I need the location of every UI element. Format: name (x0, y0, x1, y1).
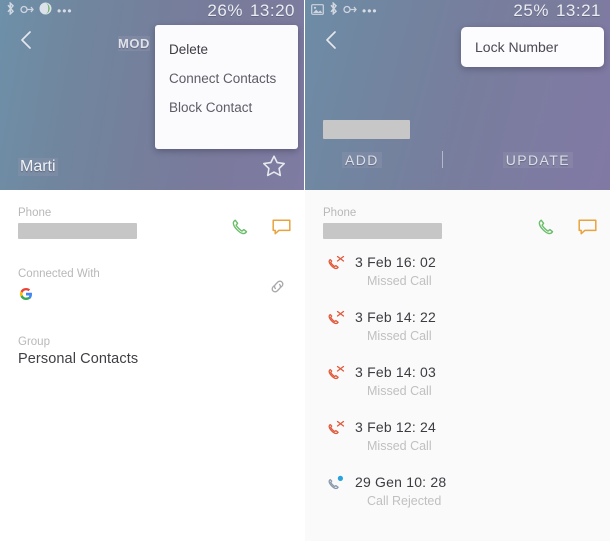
missed-call-icon (327, 310, 349, 331)
right-detail-list: Phone 3 Feb 16: 02 Missed Call 3 Feb 14:… (305, 190, 610, 541)
call-log-text: 29 Gen 10: 28 Call Rejected (355, 473, 446, 510)
menu-item-connect-contacts[interactable]: Connect Contacts (155, 64, 298, 93)
call-icon[interactable] (230, 217, 250, 242)
lock-number-popup[interactable]: Lock Number (461, 27, 604, 67)
more-dots-icon: ••• (362, 4, 378, 18)
call-time: 3 Feb 16: 02 (355, 254, 437, 270)
call-time: 3 Feb 14: 22 (355, 309, 437, 325)
battery-percent: 25% (513, 1, 549, 20)
phone-number-redacted (323, 223, 442, 239)
call-log-row[interactable]: 3 Feb 12: 24 Missed Call (305, 410, 610, 465)
sync-icon (343, 2, 357, 20)
call-log-row[interactable]: 3 Feb 14: 22 Missed Call (305, 300, 610, 355)
update-button[interactable]: UPDATE (502, 151, 573, 168)
add-button[interactable]: ADD (342, 151, 382, 168)
favorite-button[interactable] (261, 153, 287, 179)
back-button[interactable] (317, 26, 345, 54)
bluetooth-icon (6, 1, 15, 20)
back-button[interactable] (12, 26, 40, 54)
context-menu[interactable]: Delete Connect Contacts Block Contact (155, 25, 298, 149)
sync-icon (20, 2, 34, 20)
right-status-bar: ••• 25% 13:21 (305, 0, 610, 22)
left-screen: ••• 26% 13:20 MOD Delete Connect Contacts… (0, 0, 305, 541)
call-status: Missed Call (367, 329, 432, 343)
call-time: 3 Feb 14: 03 (355, 364, 437, 380)
right-status-right: 25% 13:21 (510, 1, 604, 21)
lock-number-label: Lock Number (475, 39, 559, 55)
detail-row-group[interactable]: Group Personal Contacts (0, 329, 304, 369)
phone-row-actions (230, 217, 292, 242)
phone-row-actions (536, 217, 598, 242)
image-icon (311, 2, 324, 20)
detail-row-phone[interactable]: Phone (0, 200, 304, 241)
call-log-row[interactable]: 29 Gen 10: 28 Call Rejected (305, 465, 610, 520)
menu-item-block-contact[interactable]: Block Contact (155, 93, 298, 122)
call-log-row[interactable]: 3 Feb 16: 02 Missed Call (305, 245, 610, 300)
clock: 13:20 (249, 1, 295, 20)
call-log-row[interactable]: 3 Feb 14: 03 Missed Call (305, 355, 610, 410)
clock: 13:21 (555, 1, 601, 20)
header-action-buttons: ADD UPDATE (305, 151, 610, 168)
detail-label-connected-with: Connected With (18, 268, 100, 280)
left-status-right: 26% 13:20 (204, 1, 298, 21)
right-status-icons: ••• (311, 1, 378, 20)
detail-label-group: Group (18, 336, 50, 348)
message-icon[interactable] (271, 217, 292, 242)
missed-call-icon (327, 255, 349, 276)
call-log-text: 3 Feb 14: 22 Missed Call (355, 308, 436, 345)
menu-item-delete[interactable]: Delete (155, 35, 298, 64)
call-status: Missed Call (367, 384, 432, 398)
dual-screenshot-container: ••• 26% 13:20 MOD Delete Connect Contacts… (0, 0, 610, 541)
message-icon[interactable] (577, 217, 598, 242)
bluetooth-icon (329, 1, 338, 20)
left-header: ••• 26% 13:20 MOD Delete Connect Contacts… (0, 0, 304, 190)
call-status: Call Rejected (367, 494, 442, 508)
action-divider (441, 151, 443, 168)
detail-row-phone[interactable]: Phone (305, 200, 610, 241)
back-chevron-icon (18, 29, 34, 51)
google-icon (18, 286, 288, 307)
call-icon[interactable] (536, 217, 556, 242)
more-dots-icon: ••• (57, 4, 73, 18)
call-status: Missed Call (367, 439, 432, 453)
right-header: ••• 25% 13:21 Lock Number ADD UPDATE (305, 0, 610, 190)
left-status-icons: ••• (6, 1, 73, 20)
battery-percent: 26% (207, 1, 243, 20)
header-number-redacted (323, 120, 410, 139)
call-status: Missed Call (367, 274, 432, 288)
back-chevron-icon (323, 29, 339, 51)
call-log-text: 3 Feb 16: 02 Missed Call (355, 253, 436, 290)
detail-value-group: Personal Contacts (18, 351, 139, 367)
call-log-text: 3 Feb 12: 24 Missed Call (355, 418, 436, 455)
missed-call-icon (327, 365, 349, 386)
leaf-icon (39, 2, 52, 20)
call-log-text: 3 Feb 14: 03 Missed Call (355, 363, 436, 400)
link-icon[interactable] (268, 277, 287, 301)
star-icon (261, 155, 287, 183)
edit-mod-label[interactable]: MOD (118, 36, 150, 51)
left-status-bar: ••• 26% 13:20 (0, 0, 304, 22)
left-detail-list: Phone Connected With Group Personal Cont… (0, 190, 304, 541)
rejected-call-icon (327, 475, 349, 496)
call-time: 3 Feb 12: 24 (355, 419, 437, 435)
missed-call-icon (327, 420, 349, 441)
detail-row-connected-with[interactable]: Connected With (0, 261, 304, 309)
call-time: 29 Gen 10: 28 (355, 474, 447, 490)
contact-name: Marti (18, 158, 58, 176)
right-screen: ••• 25% 13:21 Lock Number ADD UPDATE Pho… (305, 0, 610, 541)
phone-number-redacted (18, 223, 137, 239)
call-log-list: 3 Feb 16: 02 Missed Call 3 Feb 14: 22 Mi… (305, 241, 610, 520)
